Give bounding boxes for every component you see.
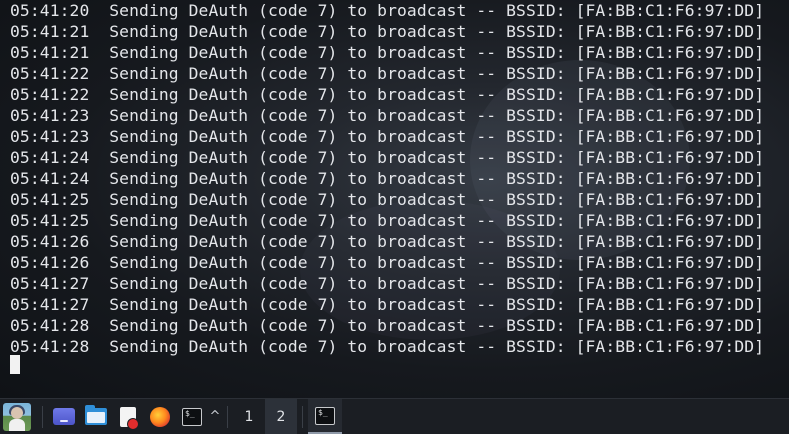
taskbar: $_ ^ 1 2 $_ (0, 398, 789, 434)
firefox-button[interactable] (144, 399, 176, 434)
line-message: Sending DeAuth (code 7) to broadcast -- … (109, 148, 765, 167)
line-timestamp: 05:41:24 (10, 148, 90, 167)
line-timestamp: 05:41:26 (10, 253, 90, 272)
task-terminal[interactable]: $_ (308, 399, 342, 434)
workspace-2[interactable]: 2 (265, 399, 297, 434)
terminal-cursor (10, 355, 20, 374)
text-editor-icon (120, 406, 139, 430)
show-desktop-icon (53, 408, 75, 425)
terminal-line: 05:41:21 Sending DeAuth (code 7) to broa… (10, 42, 764, 63)
line-timestamp: 05:41:21 (10, 22, 90, 41)
line-timestamp: 05:41:20 (10, 1, 90, 20)
line-timestamp: 05:41:25 (10, 211, 90, 230)
terminal-line: 05:41:24 Sending DeAuth (code 7) to broa… (10, 168, 764, 189)
user-avatar[interactable] (3, 402, 31, 431)
terminal-line: 05:41:23 Sending DeAuth (code 7) to broa… (10, 105, 764, 126)
line-timestamp: 05:41:21 (10, 43, 90, 62)
taskbar-separator (227, 405, 228, 428)
line-timestamp: 05:41:24 (10, 169, 90, 188)
workspace-1[interactable]: 1 (233, 399, 265, 434)
terminal-line: 05:41:24 Sending DeAuth (code 7) to broa… (10, 147, 764, 168)
terminal-window[interactable]: 05:41:20 Sending DeAuth (code 7) to broa… (0, 0, 789, 398)
terminal-icon: $_ (315, 406, 335, 425)
line-message: Sending DeAuth (code 7) to broadcast -- … (109, 190, 765, 209)
line-timestamp: 05:41:28 (10, 337, 90, 356)
avatar-head (11, 406, 23, 419)
line-timestamp: 05:41:22 (10, 85, 90, 104)
terminal-line: 05:41:25 Sending DeAuth (code 7) to broa… (10, 189, 764, 210)
avatar-body (9, 418, 25, 431)
line-message: Sending DeAuth (code 7) to broadcast -- … (109, 316, 765, 335)
line-message: Sending DeAuth (code 7) to broadcast -- … (109, 337, 765, 356)
terminal-line: 05:41:22 Sending DeAuth (code 7) to broa… (10, 63, 764, 84)
line-message: Sending DeAuth (code 7) to broadcast -- … (109, 22, 765, 41)
taskbar-separator (42, 405, 43, 428)
line-timestamp: 05:41:22 (10, 64, 90, 83)
terminal-line: 05:41:21 Sending DeAuth (code 7) to broa… (10, 21, 764, 42)
line-message: Sending DeAuth (code 7) to broadcast -- … (109, 106, 765, 125)
line-message: Sending DeAuth (code 7) to broadcast -- … (109, 43, 765, 62)
line-message: Sending DeAuth (code 7) to broadcast -- … (109, 295, 765, 314)
terminal-line: 05:41:27 Sending DeAuth (code 7) to broa… (10, 273, 764, 294)
folder-icon (85, 405, 107, 425)
terminal-line: 05:41:23 Sending DeAuth (code 7) to broa… (10, 126, 764, 147)
line-message: Sending DeAuth (code 7) to broadcast -- … (109, 211, 765, 230)
line-timestamp: 05:41:27 (10, 295, 90, 314)
line-timestamp: 05:41:28 (10, 316, 90, 335)
line-timestamp: 05:41:25 (10, 190, 90, 209)
line-message: Sending DeAuth (code 7) to broadcast -- … (109, 232, 765, 251)
line-timestamp: 05:41:27 (10, 274, 90, 293)
terminal-line: 05:41:28 Sending DeAuth (code 7) to broa… (10, 315, 764, 336)
file-manager-button[interactable] (80, 399, 112, 434)
line-timestamp: 05:41:23 (10, 106, 90, 125)
terminal-line: 05:41:25 Sending DeAuth (code 7) to broa… (10, 210, 764, 231)
terminal-line: 05:41:22 Sending DeAuth (code 7) to broa… (10, 84, 764, 105)
line-message: Sending DeAuth (code 7) to broadcast -- … (109, 64, 765, 83)
line-message: Sending DeAuth (code 7) to broadcast -- … (109, 85, 765, 104)
firefox-icon (150, 406, 170, 427)
terminal-line: 05:41:27 Sending DeAuth (code 7) to broa… (10, 294, 764, 315)
chevron-up-icon[interactable]: ^ (208, 399, 222, 434)
line-timestamp: 05:41:26 (10, 232, 90, 251)
taskbar-separator (302, 405, 303, 428)
line-message: Sending DeAuth (code 7) to broadcast -- … (109, 274, 765, 293)
terminal-launcher-button[interactable]: $_ (176, 399, 208, 434)
text-editor-button[interactable] (112, 399, 144, 434)
line-timestamp: 05:41:23 (10, 127, 90, 146)
terminal-output: 05:41:20 Sending DeAuth (code 7) to broa… (10, 0, 764, 357)
terminal-line: 05:41:26 Sending DeAuth (code 7) to broa… (10, 231, 764, 252)
terminal-line: 05:41:26 Sending DeAuth (code 7) to broa… (10, 252, 764, 273)
line-message: Sending DeAuth (code 7) to broadcast -- … (109, 253, 765, 272)
line-message: Sending DeAuth (code 7) to broadcast -- … (109, 127, 765, 146)
line-message: Sending DeAuth (code 7) to broadcast -- … (109, 1, 765, 20)
terminal-line: 05:41:20 Sending DeAuth (code 7) to broa… (10, 0, 764, 21)
show-desktop-button[interactable] (48, 399, 80, 434)
terminal-line: 05:41:28 Sending DeAuth (code 7) to broa… (10, 336, 764, 357)
terminal-icon: $_ (182, 407, 202, 426)
line-message: Sending DeAuth (code 7) to broadcast -- … (109, 169, 765, 188)
